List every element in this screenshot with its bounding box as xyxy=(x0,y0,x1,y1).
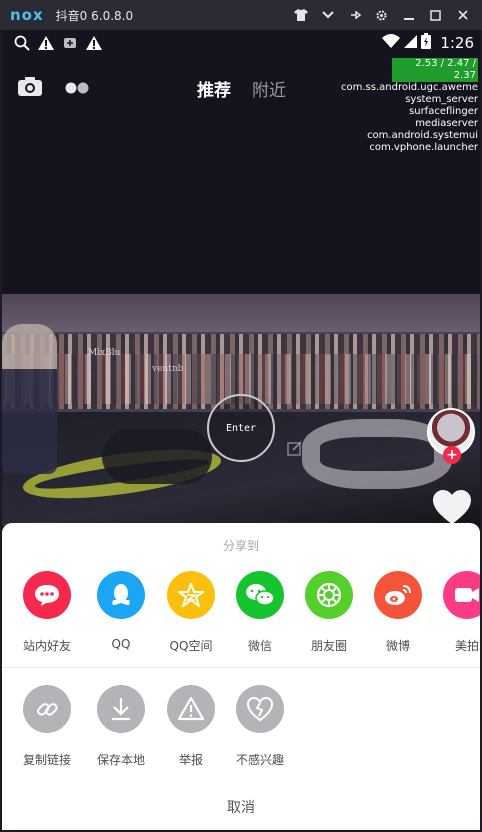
video-player[interactable]: MixBlu ventnb Enter + xyxy=(2,294,480,526)
signal-icon xyxy=(404,33,418,53)
weibo-icon xyxy=(374,571,422,619)
share-label: 美拍 xyxy=(454,639,479,653)
battery-icon xyxy=(421,33,432,53)
follow-plus-icon[interactable]: + xyxy=(443,446,461,464)
wechat-icon xyxy=(236,571,284,619)
process-name: com.android.systemui xyxy=(367,130,478,141)
like-heart-icon[interactable] xyxy=(432,490,472,526)
link-icon xyxy=(23,685,71,733)
process-name: mediaserver xyxy=(415,118,478,129)
video-ceiling xyxy=(2,294,480,332)
notification-icon xyxy=(58,33,82,53)
shirt-icon[interactable] xyxy=(287,0,314,30)
share-qzone-button[interactable]: QQ空间 xyxy=(156,571,226,671)
close-icon[interactable] xyxy=(449,0,476,30)
broken-heart-icon xyxy=(236,685,284,733)
tab-recommend[interactable]: 推荐 xyxy=(197,76,231,101)
minimize-icon[interactable] xyxy=(395,0,422,30)
process-name: com.ss.android.ugc.aweme xyxy=(341,82,478,93)
chevron-down-icon[interactable] xyxy=(314,0,341,30)
venue-banner: ventnb xyxy=(152,364,184,374)
cancel-button[interactable]: 取消 xyxy=(2,797,480,817)
share-actions-row: 复制链接 保存本地 举报 不感兴趣 xyxy=(2,685,480,785)
meipai-camera-icon xyxy=(443,571,480,619)
window-controls xyxy=(287,0,476,30)
qq-penguin-icon xyxy=(97,571,145,619)
window-title: 抖音0 6.0.8.0 xyxy=(55,8,134,23)
breakdancer xyxy=(102,429,212,484)
share-wechat-button[interactable]: 微信 xyxy=(225,571,295,671)
emulator-title-bar: nox 抖音0 6.0.8.0 xyxy=(0,0,482,30)
venue-banner: MixBlu xyxy=(88,348,121,358)
share-friend-button[interactable]: 站内好友 xyxy=(12,571,82,671)
share-qq-button[interactable]: QQ xyxy=(86,571,156,671)
process-name: system_server xyxy=(405,94,478,105)
qzone-star-icon xyxy=(167,571,215,619)
live-dots-icon[interactable] xyxy=(64,78,90,98)
tab-nearby[interactable]: 附近 xyxy=(252,76,286,101)
warning-icon xyxy=(34,33,58,53)
process-name: surfaceflinger xyxy=(409,106,478,117)
process-name: com.vphone.launcher xyxy=(369,142,478,153)
search-icon xyxy=(10,33,34,53)
status-clock: 1:26 xyxy=(440,34,474,52)
share-weibo-button[interactable]: 微博 xyxy=(363,571,433,671)
status-bar: 1:26 xyxy=(2,30,480,56)
camera-icon[interactable] xyxy=(18,76,42,100)
chat-bubble-icon xyxy=(23,571,71,619)
copy-link-button[interactable]: 复制链接 xyxy=(12,685,82,785)
enter-button[interactable]: Enter xyxy=(207,394,275,462)
standing-dancer xyxy=(2,324,57,474)
gear-icon[interactable] xyxy=(368,0,395,30)
cpu-load-meter: 2.53 / 2.47 / 2.37 xyxy=(392,58,478,82)
emulator-window: nox 抖音0 6.0.8.0 1:26 推荐 附近 2.53 / 2.47 /… xyxy=(0,0,482,832)
process-overlay: 2.53 / 2.47 / 2.37 com.ss.android.ugc.aw… xyxy=(341,58,478,154)
moments-icon xyxy=(305,571,353,619)
share-moments-button[interactable]: 朋友圈 xyxy=(294,571,364,671)
wifi-icon xyxy=(381,33,401,53)
share-targets-row: 站内好友 QQ QQ空间 微信 朋友圈 微博 美拍 xyxy=(2,571,480,671)
not-interested-button[interactable]: 不感兴趣 xyxy=(225,685,295,785)
download-icon xyxy=(97,685,145,733)
sheet-divider xyxy=(2,667,480,668)
save-local-button[interactable]: 保存本地 xyxy=(86,685,156,785)
share-label: 不感兴趣 xyxy=(235,753,284,767)
nox-logo: nox xyxy=(10,6,44,24)
share-sheet: 分享到 站内好友 QQ QQ空间 微信 朋友圈 微博 美拍 复制链接 保存本地 … xyxy=(2,523,480,830)
share-meipai-button[interactable]: 美拍 xyxy=(432,571,480,671)
report-button[interactable]: 举报 xyxy=(156,685,226,785)
warning-icon xyxy=(82,33,106,53)
share-sheet-title: 分享到 xyxy=(222,539,259,553)
phone-screen: 1:26 推荐 附近 2.53 / 2.47 / 2.37 com.ss.and… xyxy=(2,30,480,830)
warning-icon xyxy=(167,685,215,733)
maximize-icon[interactable] xyxy=(422,0,449,30)
edit-icon[interactable] xyxy=(287,440,303,456)
pin-icon[interactable] xyxy=(341,0,368,30)
